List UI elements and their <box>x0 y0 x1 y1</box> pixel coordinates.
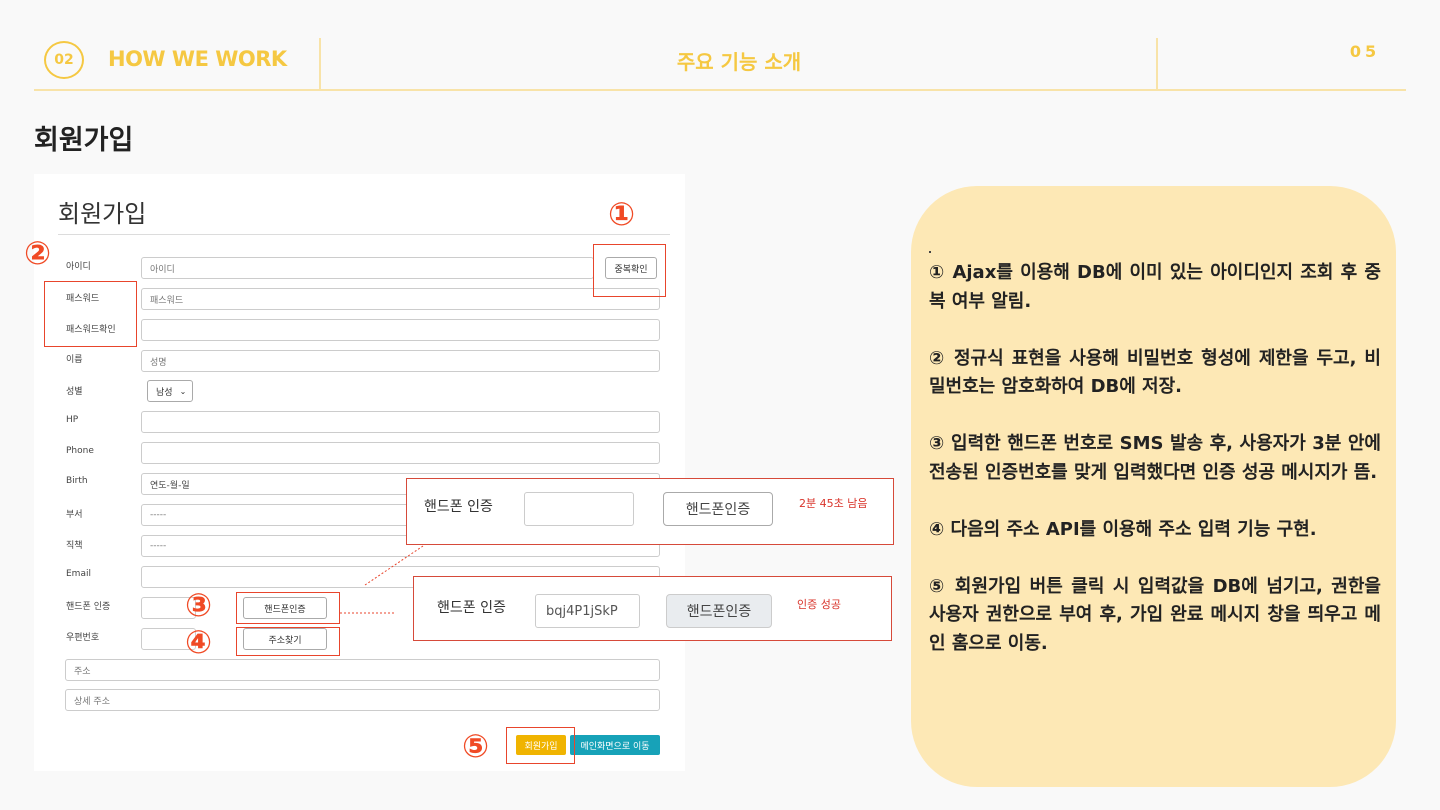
gender-select[interactable]: 남성 ⌄ <box>147 380 193 402</box>
description-item-4: ④ 다음의 주소 API를 이용해 주소 입력 기능 구현. <box>929 518 1317 540</box>
page-heading: 회원가입 <box>34 125 134 156</box>
form-title: 회원가입 <box>58 200 147 228</box>
phone-input[interactable] <box>141 442 660 464</box>
id-input[interactable]: 아이디 <box>141 257 594 279</box>
section-number-badge: 02 <box>44 41 84 79</box>
annotation-number-2: ② <box>24 234 52 272</box>
hp-input[interactable] <box>141 411 660 433</box>
phone-auth-popup-pending: 핸드폰 인증 핸드폰인증 2분 45초 남음 <box>406 478 894 545</box>
phone-auth-popup-success: 핸드폰 인증 bqj4P1jSkP 핸드폰인증 인증 성공 <box>413 576 892 641</box>
description-item-1: ① Ajax를 이용해 DB에 이미 있는 아이디인지 조회 후 중복 여부 알… <box>929 262 1381 312</box>
name-label: 이름 <box>66 355 83 365</box>
popup-pending-label: 핸드폰 인증 <box>424 499 493 515</box>
annotation-number-4: ④ <box>185 623 213 661</box>
popup-success-auth-button[interactable]: 핸드폰인증 <box>666 594 772 628</box>
chevron-down-icon: ⌄ <box>179 386 187 396</box>
annotation-number-3: ③ <box>185 586 213 624</box>
address-input[interactable]: 주소 <box>65 659 660 681</box>
annotation-number-1: ① <box>608 195 636 233</box>
password-input[interactable]: 패스워드 <box>141 288 660 310</box>
name-input[interactable]: 성명 <box>141 350 660 372</box>
description-list: ① Ajax를 이용해 DB에 이미 있는 아이디인지 조회 후 중복 여부 알… <box>929 259 1381 687</box>
postcode-label: 우편번호 <box>66 633 100 643</box>
annotation-box-1 <box>593 244 666 297</box>
header-divider-left <box>319 38 321 90</box>
department-label: 부서 <box>66 510 83 520</box>
description-item-5: ⑤ 회원가입 버튼 클릭 시 입력값을 DB에 넘기고, 권한을 사용자 권한으… <box>929 575 1381 655</box>
page-number: 05 <box>1349 42 1381 61</box>
gender-label: 성별 <box>66 387 83 397</box>
popup-pending-timer: 2분 45초 남음 <box>799 497 868 510</box>
password-confirm-input[interactable] <box>141 319 660 341</box>
popup-success-code-input[interactable]: bqj4P1jSkP <box>535 594 640 628</box>
annotation-box-5 <box>506 727 575 764</box>
card-dot <box>929 251 931 253</box>
header-divider-right <box>1156 38 1158 90</box>
annotation-number-5: ⑤ <box>462 727 490 765</box>
phone-label: Phone <box>66 446 94 456</box>
gender-value: 남성 <box>156 387 173 398</box>
address-detail-input[interactable]: 상세 주소 <box>65 689 660 711</box>
hp-label: HP <box>66 415 79 425</box>
signup-form-screenshot: 회원가입 아이디 아이디 중복확인 패스워드 패스워드 패스워드확인 이름 성명… <box>34 174 685 771</box>
annotation-box-2 <box>44 281 137 347</box>
phone-auth-label: 핸드폰 인증 <box>66 602 111 612</box>
birth-label: Birth <box>66 476 88 486</box>
annotation-box-3 <box>236 592 340 624</box>
header-title: 주요 기능 소개 <box>676 50 802 74</box>
popup-pending-auth-button[interactable]: 핸드폰인증 <box>663 492 773 526</box>
header-underline <box>34 89 1406 91</box>
description-item-3: ③ 입력한 핸드폰 번호로 SMS 발송 후, 사용자가 3분 안에 전송된 인… <box>929 433 1381 483</box>
annotation-box-4 <box>236 627 340 656</box>
go-main-button[interactable]: 메인화면으로 이동 <box>570 735 660 755</box>
popup-success-status: 인증 성공 <box>797 598 841 611</box>
popup-pending-code-input[interactable] <box>524 492 634 526</box>
email-label: Email <box>66 569 91 579</box>
description-item-2: ② 정규식 표현을 사용해 비밀번호 형성에 제한을 두고, 비밀번호는 암호화… <box>929 347 1381 398</box>
section-title: HOW WE WORK <box>108 47 287 71</box>
id-label: 아이디 <box>66 262 91 272</box>
popup-success-label: 핸드폰 인증 <box>437 600 506 616</box>
position-label: 직책 <box>66 541 83 551</box>
form-divider <box>58 234 670 235</box>
